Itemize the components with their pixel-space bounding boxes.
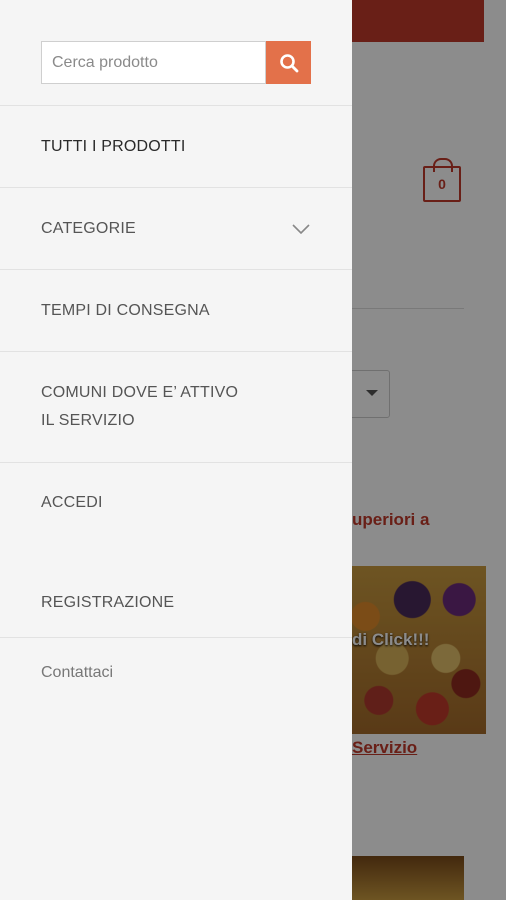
search-icon	[279, 53, 298, 72]
menu-item-label: REGISTRAZIONE	[41, 594, 175, 611]
search-button[interactable]	[266, 41, 311, 84]
menu-item-registration[interactable]: REGISTRAZIONE	[0, 563, 352, 643]
menu-item-all-products[interactable]: TUTTI I PRODOTTI	[0, 106, 352, 187]
menu-item-label: TEMPI DI CONSEGNA	[41, 301, 210, 319]
search-form	[41, 41, 311, 84]
menu-item-contact[interactable]: Contattaci	[0, 638, 352, 708]
menu-item-service-areas[interactable]: COMUNI DOVE E’ ATTIVO IL SERVIZIO	[0, 352, 352, 462]
menu-item-delivery-times[interactable]: TEMPI DI CONSEGNA	[0, 270, 352, 351]
navigation-drawer: TUTTI I PRODOTTI CATEGORIE TEMPI DI CONS…	[0, 0, 352, 900]
menu-item-label-line1: COMUNI DOVE E’ ATTIVO	[41, 384, 239, 401]
menu-item-categories[interactable]: CATEGORIE	[0, 188, 352, 269]
menu-item-label-line2: IL SERVIZIO	[41, 412, 135, 429]
chevron-down-icon[interactable]	[292, 223, 310, 234]
menu-item-label: ACCEDI	[41, 494, 103, 511]
menu-item-label: TUTTI I PRODOTTI	[41, 137, 186, 155]
menu-item-login[interactable]: ACCEDI	[0, 463, 352, 543]
menu-item-label: CATEGORIE	[41, 219, 136, 237]
search-input[interactable]	[41, 41, 266, 84]
menu-item-label: Contattaci	[41, 664, 114, 681]
